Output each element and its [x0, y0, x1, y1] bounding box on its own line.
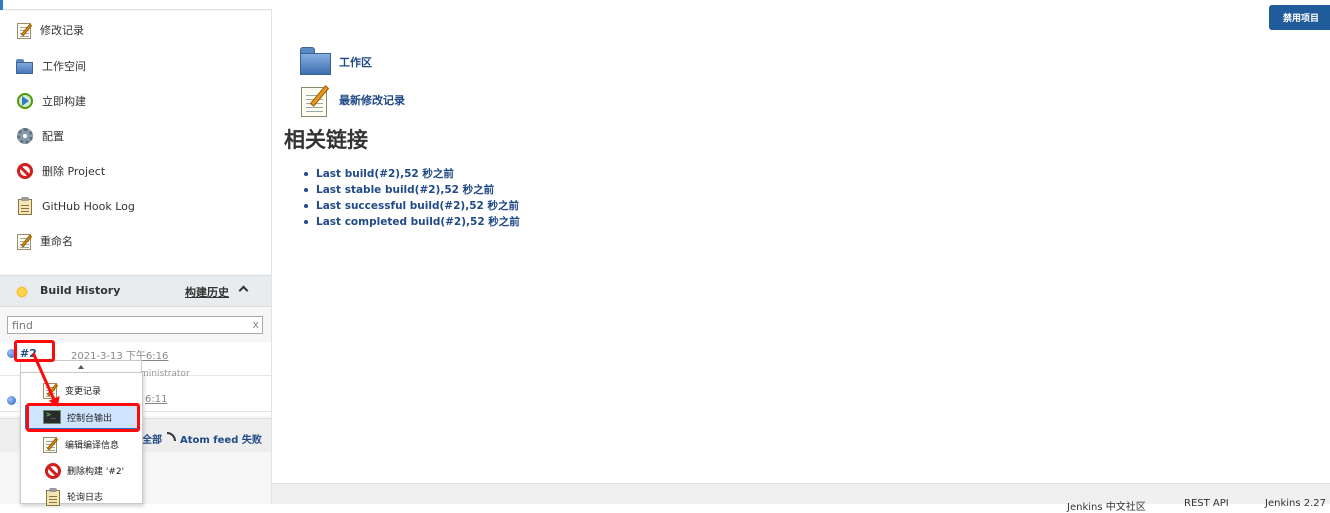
- list-item: Last completed build(#2),52 秒之前: [304, 214, 520, 230]
- workspace-link-label: 工作区: [339, 56, 372, 69]
- build-trend-link[interactable]: 构建历史: [185, 284, 229, 300]
- build-history-title: Build History: [40, 284, 121, 297]
- caret-up-icon: [78, 365, 84, 369]
- folder-icon: [15, 56, 35, 76]
- sidebar-item-label: 立即构建: [42, 95, 86, 108]
- clipboard-icon: [43, 487, 61, 506]
- sun-icon: [16, 286, 28, 298]
- sidebar-item-rename[interactable]: 重命名: [15, 230, 73, 252]
- menu-item-edit-build-info[interactable]: 编辑编译信息: [21, 431, 142, 457]
- menu-item-label: 变更记录: [65, 386, 102, 397]
- menu-item-label: 轮询日志: [67, 492, 104, 503]
- annotation-box-console-output: [26, 403, 140, 432]
- clipboard-icon: [15, 196, 35, 216]
- last-build-link[interactable]: Last build(#2),52 秒之前: [316, 168, 454, 180]
- sidebar-item-label: 删除 Project: [42, 165, 106, 178]
- rss-icon: [167, 432, 176, 441]
- build-search-box: x: [7, 316, 263, 334]
- feed-failures-link[interactable]: Atom feed 失败: [180, 431, 262, 446]
- build-history-header: Build History 构建历史: [0, 275, 271, 307]
- sidebar-item-label: 重命名: [40, 235, 73, 248]
- workspace-link[interactable]: 工作区: [299, 45, 372, 79]
- gear-icon: [15, 126, 35, 146]
- recent-changes-link[interactable]: 最新修改记录: [299, 83, 405, 117]
- last-completed-build-link[interactable]: Last completed build(#2),52 秒之前: [316, 216, 520, 228]
- last-stable-build-link[interactable]: Last stable build(#2),52 秒之前: [316, 184, 494, 196]
- last-successful-build-link[interactable]: Last successful build(#2),52 秒之前: [316, 200, 519, 212]
- sidebar-item-workspace[interactable]: 工作空间: [15, 55, 86, 77]
- recent-changes-link-label: 最新修改记录: [339, 94, 405, 107]
- list-item: Last stable build(#2),52 秒之前: [304, 182, 520, 198]
- menu-item-polling-log[interactable]: 轮询日志: [21, 483, 142, 509]
- sidebar-item-label: 工作空间: [42, 60, 86, 73]
- delete-icon: [43, 461, 61, 479]
- build-date-link[interactable]: 6:11: [145, 394, 167, 405]
- list-item: Last build(#2),52 秒之前: [304, 166, 520, 182]
- notepad-icon: [17, 232, 33, 250]
- sidebar-top-strip: [0, 0, 272, 10]
- menu-item-label: 删除构建 '#2': [67, 466, 125, 477]
- build-context-menu: 变更记录 控制台输出 编辑编译信息 删除构建 '#2' 轮询日志: [20, 372, 143, 506]
- notepad-icon: [43, 435, 59, 453]
- sidebar-item-label: 配置: [42, 130, 64, 143]
- disable-project-button[interactable]: 禁用项目: [1269, 5, 1330, 30]
- feed-all-link[interactable]: 全部: [142, 431, 162, 446]
- sidebar-item-label: GitHub Hook Log: [42, 199, 135, 213]
- notepad-icon: [17, 21, 33, 39]
- sidebar-item-build-now[interactable]: 立即构建: [15, 90, 86, 112]
- related-links-list: Last build(#2),52 秒之前 Last stable build(…: [304, 166, 520, 230]
- notepad-icon: [299, 83, 333, 117]
- build-now-icon: [15, 91, 35, 111]
- menu-item-delete-build[interactable]: 删除构建 '#2': [21, 457, 142, 483]
- list-item: Last successful build(#2),52 秒之前: [304, 198, 520, 214]
- clear-search-icon[interactable]: x: [252, 318, 259, 331]
- sidebar-item-github-hook-log[interactable]: GitHub Hook Log: [15, 195, 135, 217]
- sidebar-item-delete-project[interactable]: 删除 Project: [15, 160, 105, 182]
- community-link[interactable]: Jenkins 中文社区: [1067, 498, 1146, 513]
- folder-icon: [299, 45, 333, 79]
- sidebar-item-configure[interactable]: 配置: [15, 125, 64, 147]
- build-status-ball-icon: [7, 396, 16, 405]
- related-links-heading: 相关链接: [284, 128, 368, 152]
- build-search-input[interactable]: [8, 317, 238, 333]
- sidebar-item-label: 修改记录: [40, 24, 84, 37]
- delete-icon: [15, 161, 35, 181]
- chevron-up-icon[interactable]: [238, 285, 249, 296]
- menu-item-label: 编辑编译信息: [65, 440, 120, 451]
- menu-item-changes[interactable]: 变更记录: [21, 377, 142, 403]
- sidebar-tasks: 修改记录 工作空间 立即构建 配置 删除 Project GitHub Hook…: [0, 11, 271, 274]
- sidebar-item-changes[interactable]: 修改记录: [15, 19, 84, 41]
- main-panel: 禁用项目 工作区 最新修改记录 相关链接 Last build(#2),52 秒…: [273, 0, 1330, 483]
- footer: Jenkins 中文社区 REST API Jenkins 2.27: [272, 483, 1330, 513]
